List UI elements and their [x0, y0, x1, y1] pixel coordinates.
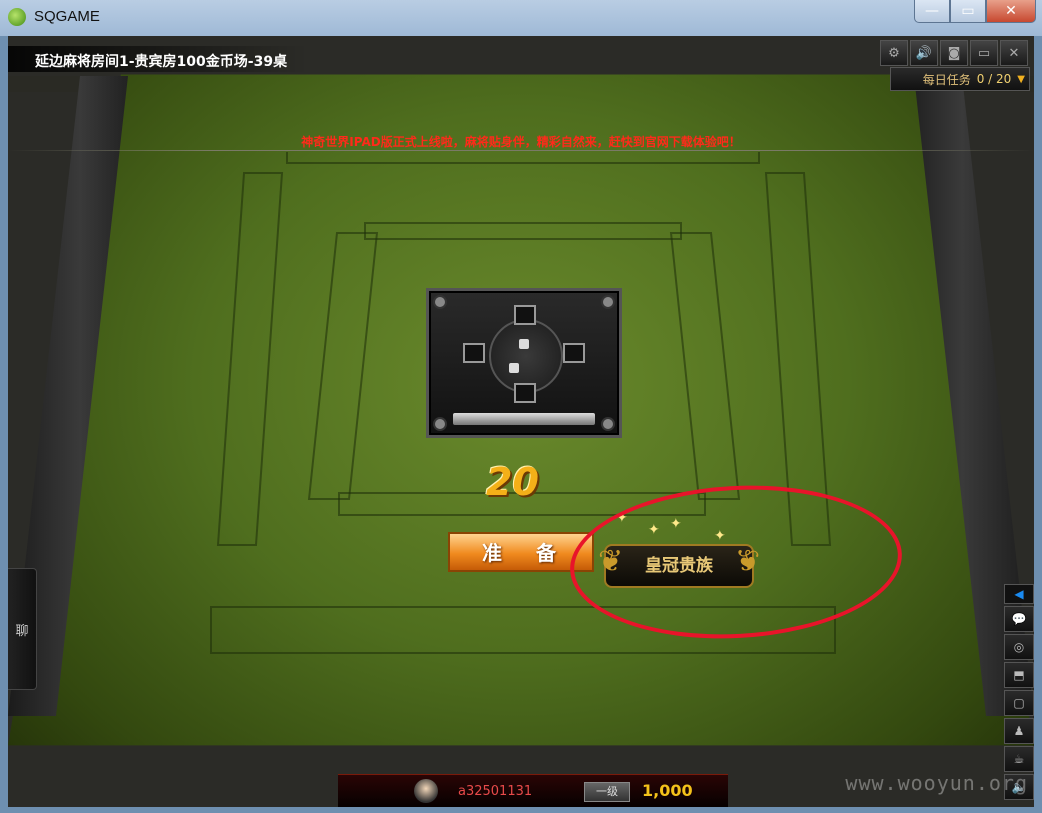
screw-icon	[601, 417, 615, 431]
close-button[interactable]: ✕	[986, 0, 1036, 23]
add-friend-icon[interactable]: ♟	[1004, 718, 1034, 744]
settings-gear-icon[interactable]: ⚙	[880, 40, 908, 66]
seat-indicator-east	[563, 343, 585, 363]
frame-icon[interactable]: ▢	[1004, 690, 1034, 716]
room-title: 延边麻将房间1-贵宾房100金币场-39桌	[35, 54, 288, 70]
player-level-badge: 一级	[584, 782, 630, 802]
screw-icon	[433, 295, 447, 309]
sparkle-icon: ✦	[616, 510, 628, 526]
sparkle-icon: ✦	[714, 528, 726, 544]
tea-icon[interactable]: ☕	[1004, 746, 1034, 772]
die-icon	[509, 363, 519, 373]
laurel-left-icon: ❦	[598, 544, 624, 579]
window-title: SQGAME	[34, 8, 100, 25]
chat-bubble-icon[interactable]: 💬	[1004, 606, 1034, 632]
dice-box	[426, 288, 622, 438]
dropdown-arrow-icon: ▼	[1017, 73, 1025, 85]
token-icon[interactable]: ◎	[1004, 634, 1034, 660]
sparkle-icon: ✦	[648, 522, 660, 538]
screenshot-camera-icon[interactable]: ◙	[940, 40, 968, 66]
laurel-right-icon: ❦	[734, 544, 760, 579]
table-marking-top	[286, 152, 760, 164]
game-viewport: 延边麻将房间1-贵宾房100金币场-39桌 ⚙ 🔊 ◙ ▭ ✕ 每日任务 0 /…	[8, 36, 1034, 807]
ready-button[interactable]: 准备	[448, 532, 594, 572]
table-icon[interactable]: ⬒	[1004, 662, 1034, 688]
screw-icon	[433, 417, 447, 431]
sparkle-icon: ✦	[670, 516, 682, 532]
game-toolbar: ⚙ 🔊 ◙ ▭ ✕	[880, 40, 1028, 66]
player-name: a32501131	[458, 784, 533, 799]
window-mode-icon[interactable]: ▭	[970, 40, 998, 66]
window-titlebar: SQGAME — ▭ ✕	[0, 0, 1042, 36]
countdown-timer: 20	[486, 460, 539, 504]
watermark-text: www.wooyun.org	[845, 771, 1028, 795]
seat-indicator-south	[514, 383, 536, 403]
expand-arrow-icon[interactable]: ◀	[1004, 584, 1034, 604]
player-coins: 1,000	[642, 781, 693, 800]
seat-indicator-north	[514, 305, 536, 325]
daily-task-label: 每日任务	[922, 72, 971, 87]
dice-box-plate	[453, 413, 595, 425]
sqgame-logo-icon	[8, 8, 26, 26]
daily-task-count: 0 / 20	[976, 72, 1012, 86]
maximize-button[interactable]: ▭	[950, 0, 986, 23]
right-toolbar: ◀ 💬 ◎ ⬒ ▢ ♟ ☕ 🔈	[1004, 584, 1034, 800]
minimize-button[interactable]: —	[914, 0, 950, 23]
crown-noble-vip-button[interactable]: ❦ 皇冠贵族 ❦	[598, 544, 760, 588]
table-marking-bottom	[210, 606, 836, 654]
banner-divider	[8, 150, 1034, 151]
seat-indicator-west	[463, 343, 485, 363]
dice-bowl	[489, 319, 563, 393]
window-controls: — ▭ ✕	[914, 0, 1036, 23]
table-marking-inner-top	[364, 222, 682, 240]
player-info-bar: a32501131 一级 1,000	[338, 774, 728, 807]
announcement-banner: 神奇世界IPAD版正式上线啦，麻将贴身伴，精彩自然来，赶快到官网下载体验吧！	[301, 135, 741, 149]
player-avatar[interactable]	[414, 779, 438, 803]
exit-close-icon[interactable]: ✕	[1000, 40, 1028, 66]
chat-tab[interactable]: 聊	[8, 568, 37, 690]
die-icon	[519, 339, 529, 349]
daily-task-button[interactable]: 每日任务 0 / 20 ▼	[890, 67, 1030, 91]
screw-icon	[601, 295, 615, 309]
sound-speaker-icon[interactable]: 🔊	[910, 40, 938, 66]
vip-badge-label: 皇冠贵族	[645, 556, 713, 576]
